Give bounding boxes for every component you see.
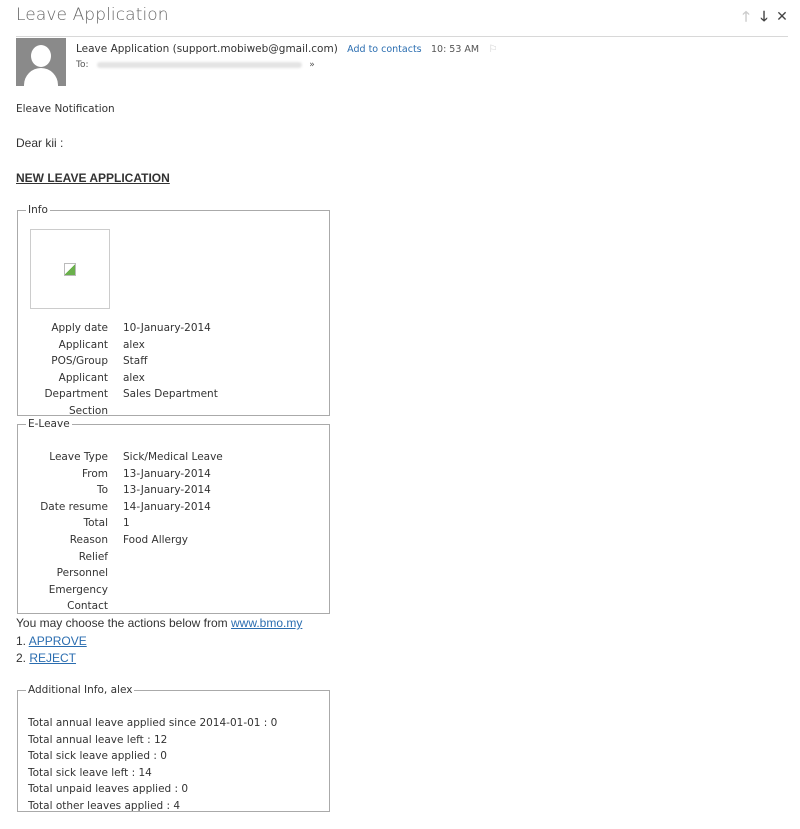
eleave-label: Relief — [78, 550, 108, 563]
message-time: 10: 53 AM — [430, 44, 480, 55]
email-subject-title: Leave Application — [16, 5, 169, 25]
to-label: To: — [76, 60, 89, 70]
additional-info-line: Total other leaves applied : 4 — [28, 799, 181, 812]
sender-email: (support.mobiweb@gmail.com) — [172, 43, 338, 55]
site-link[interactable]: www.bmo.my — [231, 616, 302, 630]
expand-recipients-icon[interactable]: » — [309, 60, 315, 70]
eleave-value: 14-January-2014 — [123, 500, 211, 513]
action-number: 1. — [16, 633, 29, 648]
recipients-redacted — [97, 61, 303, 68]
action-number: 2. — [16, 651, 30, 665]
additional-info-legend: Additional Info, alex — [28, 684, 133, 696]
eleave-row: Reason Food Allergy — [18, 532, 329, 549]
eleave-value: 13-January-2014 — [123, 484, 211, 497]
eleave-row: To 13-January-2014 — [18, 482, 329, 499]
info-value: Sales Department — [123, 388, 218, 401]
info-row: Apply date 10-January-2014 — [18, 320, 329, 337]
info-legend: Info — [28, 204, 48, 216]
eleave-label: Total — [83, 517, 108, 530]
reject-link[interactable]: REJECT — [29, 651, 76, 665]
additional-info-lines: Total annual leave applied since 2014-01… — [28, 715, 277, 815]
info-value: Staff — [123, 355, 148, 368]
actions-intro: You may choose the actions below from ww… — [16, 615, 302, 633]
eleave-label: From — [81, 467, 108, 480]
eleave-value: 13-January-2014 — [123, 467, 211, 480]
eleave-row: Relief — [18, 549, 329, 566]
additional-info-fieldset: Additional Info, alex Total annual leave… — [17, 684, 330, 812]
eleave-fieldset: E-Leave Leave Type Sick/Medical Leave Fro… — [17, 418, 330, 614]
eleave-row: Contact — [18, 598, 329, 615]
info-label: Department — [44, 388, 108, 401]
eleave-label: Emergency — [48, 583, 108, 596]
greeting: Dear kii : — [16, 136, 64, 150]
actions-block: You may choose the actions below from ww… — [16, 615, 302, 668]
arrow-up-icon[interactable]: 🡑 — [740, 9, 752, 25]
applicant-photo — [30, 229, 110, 309]
avatar-body-shape — [24, 68, 58, 86]
approve-link[interactable]: APPROVE — [29, 634, 87, 648]
flag-icon[interactable]: ⚐ — [488, 44, 497, 55]
info-row: Department Sales Department — [18, 386, 329, 403]
close-icon[interactable]: ✕ — [776, 9, 788, 25]
info-label: Applicant — [58, 371, 108, 384]
sender-avatar — [16, 38, 66, 86]
eleave-label: Contact — [67, 600, 108, 613]
sender-name: Leave Application — [76, 43, 170, 55]
eleave-label: Date resume — [40, 500, 108, 513]
info-value: alex — [123, 371, 145, 384]
info-rows: Apply date 10-January-2014 Applicant alex … — [18, 320, 329, 420]
info-row: Applicant alex — [18, 370, 329, 387]
recipients-line: To: » — [76, 60, 315, 70]
arrow-down-icon[interactable]: 🡓 — [758, 9, 770, 25]
sender-line: Leave Application (support.mobiweb@gmail… — [76, 43, 497, 55]
eleave-row: Date resume 14-January-2014 — [18, 499, 329, 516]
actions-intro-text: You may choose the actions below from — [16, 616, 232, 630]
add-to-contacts-link[interactable]: Add to contacts — [347, 44, 421, 55]
eleave-row: Personnel — [18, 565, 329, 582]
eleave-value: Sick/Medical Leave — [123, 451, 223, 463]
info-label: Applicant — [58, 338, 108, 351]
eleave-value: Food Allergy — [123, 533, 189, 546]
additional-info-line: Total annual leave left : 12 — [28, 733, 168, 746]
info-value: 10-January-2014 — [123, 322, 211, 334]
eleave-value: 1 — [123, 517, 130, 530]
eleave-row: Emergency — [18, 582, 329, 599]
eleave-legend: E-Leave — [28, 418, 70, 430]
action-item: 2. REJECT — [16, 650, 302, 668]
additional-info-line: Total sick leave applied : 0 — [28, 750, 167, 763]
eleave-row: Total 1 — [18, 515, 329, 532]
info-label: Apply date — [51, 322, 108, 334]
info-value: alex — [123, 338, 145, 351]
eleave-label: Personnel — [56, 567, 108, 580]
additional-info-line: Total sick leave left : 14 — [28, 766, 152, 779]
message-nav: 🡑 🡓 ✕ — [740, 9, 788, 25]
info-row: POS/Group Staff — [18, 353, 329, 370]
avatar-head-shape — [31, 45, 51, 67]
eleave-rows: Leave Type Sick/Medical Leave From 13-Janu… — [18, 449, 329, 615]
info-label: POS/Group — [51, 355, 108, 368]
additional-info-line: Total unpaid leaves applied : 0 — [28, 783, 189, 796]
header-divider — [16, 36, 788, 37]
info-row: Applicant alex — [18, 337, 329, 354]
action-item: 1. APPROVE — [16, 633, 302, 651]
section-heading: NEW LEAVE APPLICATION — [16, 171, 170, 185]
eleave-label: To — [96, 484, 108, 497]
eleave-row: Leave Type Sick/Medical Leave — [18, 449, 329, 466]
eleave-row: From 13-January-2014 — [18, 466, 329, 483]
eleave-label: Leave Type — [49, 451, 108, 463]
info-fieldset: Info Apply date 10-January-2014 Applicant… — [17, 204, 330, 417]
broken-image-icon — [64, 263, 76, 276]
eleave-label: Reason — [69, 533, 108, 546]
notification-title: Eleave Notification — [16, 103, 115, 115]
additional-info-line: Total annual leave applied since 2014-01… — [28, 717, 278, 729]
